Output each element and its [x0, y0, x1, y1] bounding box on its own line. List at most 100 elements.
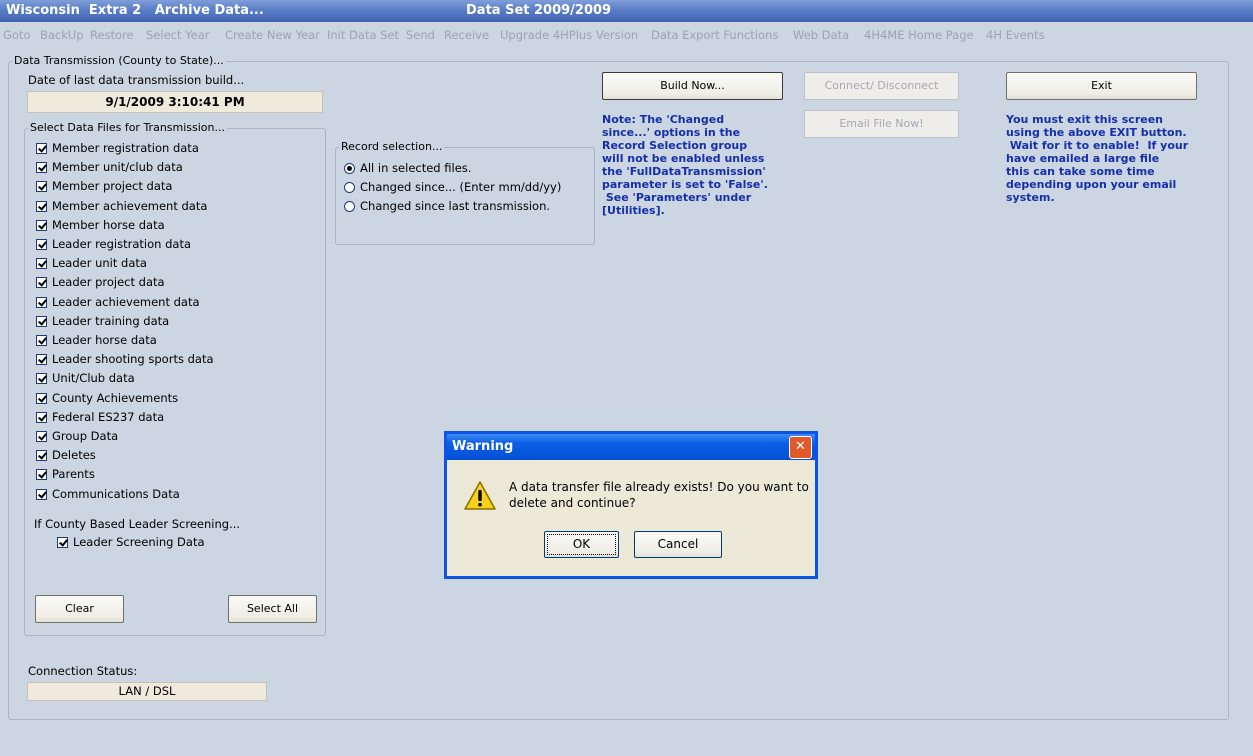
menu-restore[interactable]: Restore: [90, 22, 134, 48]
checkbox-label: Federal ES237 data: [52, 409, 165, 424]
ok-button[interactable]: OK: [544, 531, 619, 558]
menu-bar: Goto BackUp Restore Select Year Create N…: [0, 22, 1253, 48]
menu-receive[interactable]: Receive: [444, 22, 489, 48]
checkbox-file-item[interactable]: Communications Data: [36, 487, 180, 504]
radio-changed-since-last[interactable]: Changed since last transmission.: [344, 199, 550, 216]
clear-button[interactable]: Clear: [35, 595, 124, 623]
note-line: using the above EXIT button.: [1006, 126, 1187, 139]
email-file-button[interactable]: Email File Now!: [804, 110, 959, 138]
exit-note: You must exit this screen using the abov…: [1006, 113, 1221, 204]
connect-disconnect-button[interactable]: Connect/ Disconnect: [804, 72, 959, 100]
checkbox-file-item[interactable]: County Achievements: [36, 391, 178, 408]
menu-4h4me-home[interactable]: 4H4ME Home Page: [864, 22, 974, 48]
note-line: Record Selection group: [602, 139, 748, 152]
checkbox-file-item[interactable]: Unit/Club data: [36, 371, 135, 388]
checkbox-label: Leader shooting sports data: [52, 352, 214, 367]
checkbox-box[interactable]: [36, 143, 47, 154]
note-line: See 'Parameters' under: [602, 191, 752, 204]
dialog-message-line: A data transfer file already exists! Do …: [509, 480, 809, 494]
checkbox-box[interactable]: [36, 277, 47, 289]
checkbox-file-item[interactable]: Leader project data: [36, 275, 165, 292]
radio-button[interactable]: [344, 201, 355, 212]
checkbox-label: Unit/Club data: [52, 371, 135, 386]
title-bar: Wisconsin Extra 2 Archive Data... Data S…: [0, 0, 1253, 22]
radio-button[interactable]: [344, 163, 355, 174]
checkbox-box[interactable]: [36, 181, 47, 193]
menu-send[interactable]: Send: [406, 22, 435, 48]
checkbox-label: Leader registration data: [52, 237, 191, 251]
checkbox-box[interactable]: [36, 258, 47, 270]
checkbox-box[interactable]: [36, 354, 47, 366]
checkbox-file-item[interactable]: Leader achievement data: [36, 295, 200, 312]
dialog-title: Warning: [452, 439, 514, 454]
checkbox-file-item[interactable]: Parents: [36, 467, 95, 484]
checkbox-file-item[interactable]: Leader registration data: [36, 237, 191, 254]
menu-backup[interactable]: BackUp: [40, 22, 84, 48]
menu-goto[interactable]: Goto: [3, 22, 31, 48]
checkbox-box[interactable]: [36, 219, 47, 231]
checkbox-box[interactable]: [36, 373, 47, 385]
note-line: Note: The 'Changed: [602, 113, 725, 126]
radio-all-in-selected[interactable]: All in selected files.: [344, 161, 471, 178]
checkbox-file-item[interactable]: Group Data: [36, 429, 118, 446]
checkbox-box[interactable]: [36, 315, 47, 327]
checkbox-file-item[interactable]: Leader training data: [36, 314, 169, 331]
checkbox-label: Member horse data: [52, 217, 165, 232]
menu-4h-events[interactable]: 4H Events: [986, 22, 1045, 48]
note-line: this can take some time: [1006, 165, 1155, 178]
menu-upgrade[interactable]: Upgrade 4HPlus Version: [500, 22, 638, 48]
radio-button[interactable]: [344, 182, 355, 193]
checkbox-label: Leader project data: [52, 275, 165, 290]
checkbox-box[interactable]: [36, 200, 47, 212]
checkbox-box[interactable]: [36, 296, 47, 308]
app-title: Wisconsin Extra 2 Archive Data...: [6, 3, 264, 18]
checkbox-file-item[interactable]: Member horse data: [36, 218, 165, 235]
checkbox-box[interactable]: [36, 450, 47, 462]
checkbox-file-item[interactable]: Leader unit data: [36, 256, 147, 273]
dialog-message-line: delete and continue?: [509, 496, 636, 510]
checkbox-leader-screening[interactable]: Leader Screening Data: [57, 535, 205, 552]
note-line: since...' options in the: [602, 126, 741, 139]
select-all-button[interactable]: Select All: [228, 595, 317, 623]
checkbox-label: Leader horse data: [52, 333, 157, 347]
checkbox-box[interactable]: [57, 537, 68, 548]
dataset-title: Data Set 2009/2009: [466, 3, 612, 18]
checkbox-file-item[interactable]: Member unit/club data: [36, 160, 183, 177]
checkbox-box[interactable]: [36, 488, 47, 500]
checkbox-box[interactable]: [36, 411, 47, 423]
menu-init-data-set[interactable]: Init Data Set: [327, 22, 399, 48]
checkbox-label: Leader unit data: [52, 256, 147, 271]
checkbox-file-item[interactable]: Deletes: [36, 448, 96, 465]
exit-button[interactable]: Exit: [1006, 72, 1197, 100]
dialog-close-button[interactable]: ✕: [789, 436, 812, 459]
checkbox-file-item[interactable]: Leader shooting sports data: [36, 352, 214, 369]
checkbox-box[interactable]: [36, 335, 47, 346]
menu-create-new-year[interactable]: Create New Year: [225, 22, 320, 48]
checkbox-box[interactable]: [36, 469, 47, 481]
menu-select-year[interactable]: Select Year: [146, 22, 209, 48]
checkbox-label: Member project data: [52, 179, 173, 194]
checkbox-box[interactable]: [36, 392, 47, 404]
checkbox-file-item[interactable]: Member project data: [36, 179, 172, 196]
warning-dialog: Warning ✕ A data transfer file already e…: [444, 431, 818, 579]
checkbox-file-item[interactable]: Member registration data: [36, 141, 199, 158]
checkbox-box[interactable]: [36, 431, 47, 442]
build-now-button[interactable]: Build Now...: [602, 72, 783, 100]
checkbox-file-item[interactable]: Leader horse data: [36, 333, 157, 350]
record-selection-label: Record selection...: [339, 140, 445, 153]
checkbox-label: Leader Screening Data: [73, 535, 205, 549]
cancel-button[interactable]: Cancel: [634, 531, 722, 558]
last-build-label: Date of last data transmission build...: [28, 73, 245, 87]
checkbox-file-item[interactable]: Federal ES237 data: [36, 410, 164, 427]
checkbox-label: County Achievements: [52, 390, 179, 405]
menu-web-data[interactable]: Web Data: [793, 22, 849, 48]
note-line: You must exit this screen: [1006, 113, 1163, 126]
radio-changed-since[interactable]: Changed since... (Enter mm/dd/yy): [344, 180, 561, 197]
checkbox-box[interactable]: [36, 162, 47, 174]
checkbox-file-item[interactable]: Member achievement data: [36, 199, 207, 216]
menu-data-export[interactable]: Data Export Functions: [651, 22, 778, 48]
radio-label: Changed since last transmission.: [360, 199, 551, 213]
checkbox-box[interactable]: [36, 239, 47, 250]
dialog-title-bar: Warning ✕: [447, 434, 815, 460]
last-build-value: 9/1/2009 3:10:41 PM: [27, 91, 323, 113]
